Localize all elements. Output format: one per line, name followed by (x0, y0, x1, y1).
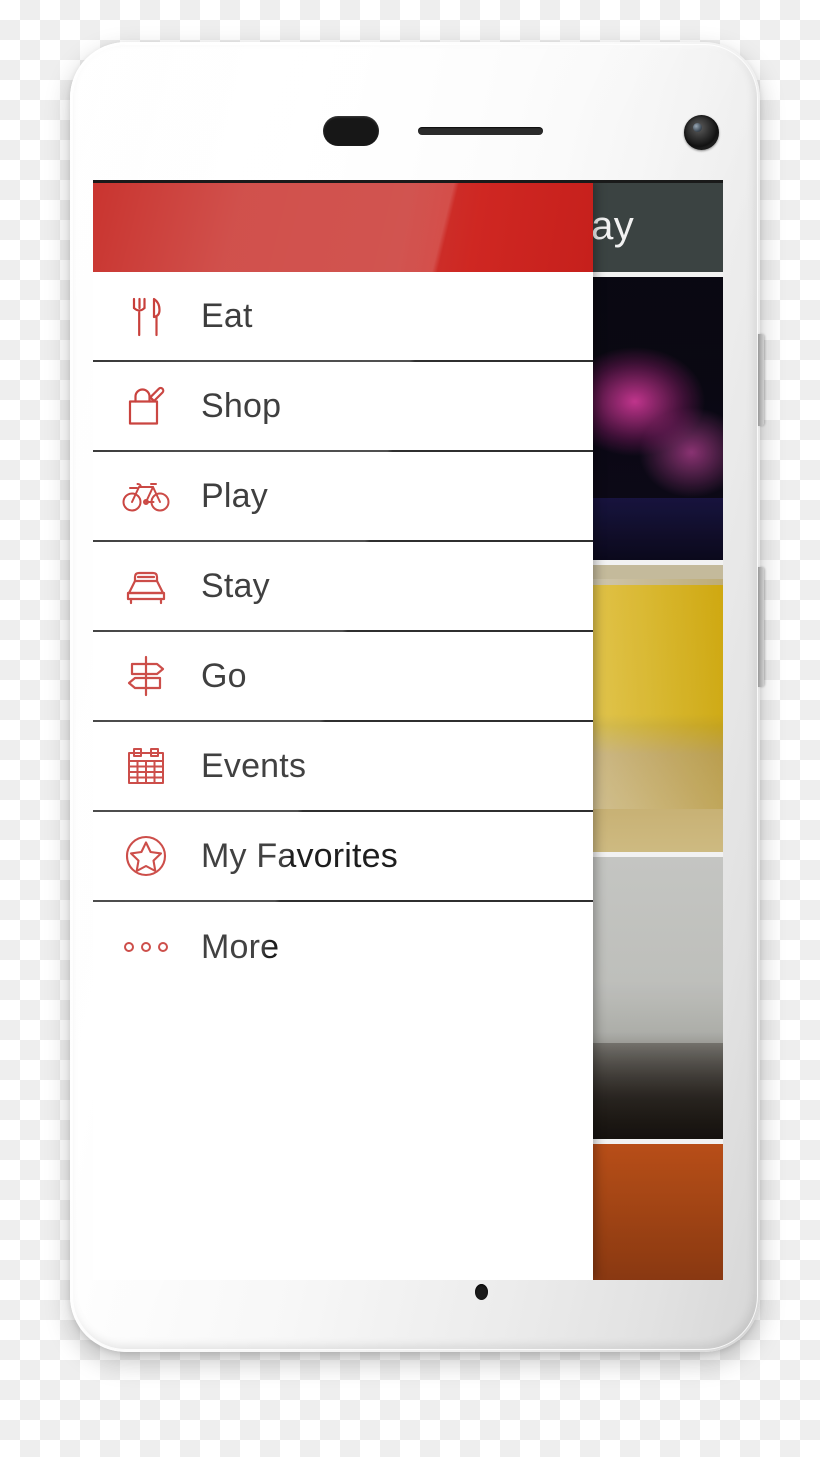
microphone-icon (475, 1284, 488, 1300)
shopping-bag-icon (107, 381, 185, 431)
drawer-item-events[interactable]: Events (93, 722, 593, 812)
drawer-item-shop[interactable]: Shop (93, 362, 593, 452)
calendar-icon (107, 740, 185, 792)
bicycle-icon (107, 470, 185, 522)
bed-icon (107, 560, 185, 612)
drawer-item-label: Shop (201, 386, 282, 425)
drawer-header (93, 180, 593, 272)
ellipsis-icon (107, 937, 185, 957)
drawer-item-label: Events (201, 746, 307, 785)
phone-screen: Play Entertainment Galleries Guides (93, 180, 723, 1280)
front-camera-icon (684, 115, 719, 150)
signpost-icon (107, 650, 185, 702)
drawer-item-label: Play (201, 476, 268, 515)
screen-top-edge (93, 180, 723, 183)
drawer-item-stay[interactable]: Stay (93, 542, 593, 632)
power-button[interactable] (758, 334, 764, 426)
drawer-menu-list: Eat Shop Play Stay Go Events My Favorite… (93, 272, 593, 1280)
volume-button[interactable] (758, 567, 764, 687)
drawer-item-my-favorites[interactable]: My Favorites (93, 812, 593, 902)
drawer-item-more[interactable]: More (93, 902, 593, 992)
earpiece-speaker-icon (418, 127, 543, 135)
drawer-item-label: Stay (201, 566, 270, 605)
drawer-item-go[interactable]: Go (93, 632, 593, 722)
drawer-item-label: My Favorites (201, 836, 398, 875)
drawer-item-eat[interactable]: Eat (93, 272, 593, 362)
drawer-item-label: Go (201, 656, 247, 695)
fork-knife-icon (107, 291, 185, 341)
star-circle-icon (107, 829, 185, 883)
drawer-item-play[interactable]: Play (93, 452, 593, 542)
phone-device: Play Entertainment Galleries Guides (70, 42, 764, 1352)
navigation-drawer: Eat Shop Play Stay Go Events My Favorite… (93, 180, 593, 1280)
drawer-item-label: Eat (201, 296, 253, 335)
proximity-sensor-icon (323, 116, 379, 146)
gallery-pillar (584, 579, 723, 809)
drawer-item-label: More (201, 927, 280, 966)
